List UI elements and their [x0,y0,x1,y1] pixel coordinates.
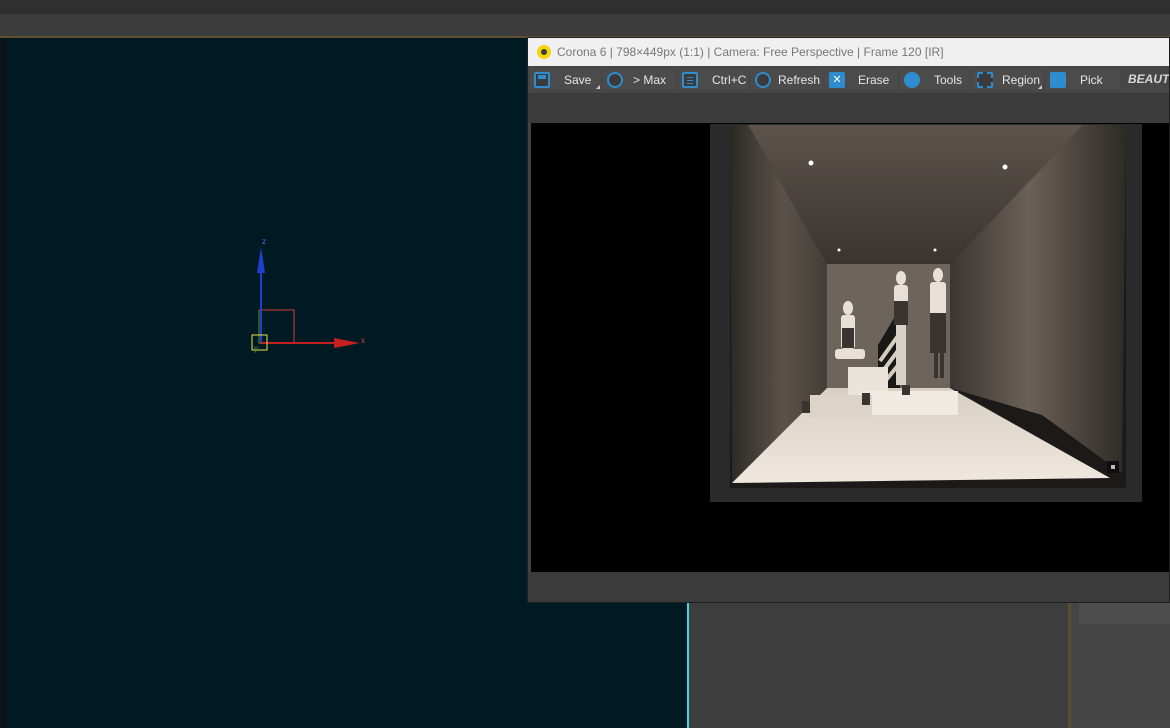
tools-button[interactable]: Tools [900,69,970,90]
pick-button[interactable]: Pick [1046,69,1120,90]
app-toolbar-strip [0,14,1170,36]
transform-gizmo[interactable]: z x y [246,233,376,358]
command-panel-area [689,600,1070,728]
clipboard-icon [682,71,698,88]
refresh-button[interactable]: Refresh [751,69,823,90]
render-canvas[interactable] [531,123,1169,572]
y-axis-label: y [254,344,258,353]
x-icon: ✕ [829,71,845,88]
region-dropdown-caret[interactable] [1038,85,1042,89]
vfb-title-bar[interactable]: Corona 6 | 798×449px (1:1) | Camera: Fre… [528,38,1169,66]
max-logo-icon [607,71,623,88]
send-to-max-button[interactable]: > Max [603,69,675,90]
region-label: Region [1002,72,1041,87]
side-panel [1071,600,1170,728]
send-to-max-label: > Max [633,72,667,87]
corona-logo-icon [537,45,551,59]
save-label: Save [564,72,592,87]
save-button[interactable]: Save [530,69,601,90]
vfb-toolbar: Save > Max Ctrl+C Refresh ✕ Erase Tools [528,66,1169,94]
rendered-image [710,124,1142,502]
save-dropdown-caret[interactable] [596,85,600,89]
z-axis-label: z [262,237,266,246]
region-select-icon [977,71,993,88]
vfb-status-bar [528,572,1169,602]
erase-label: Erase [858,72,890,87]
render-element-selector[interactable]: BEAUTY [1124,69,1169,90]
vfb-title: Corona 6 | 798×449px (1:1) | Camera: Fre… [557,45,944,59]
region-button[interactable]: Region [973,69,1043,90]
pick-label: Pick [1080,72,1103,87]
refresh-icon [755,71,771,88]
tools-label: Tools [934,72,963,87]
gear-icon [904,71,920,88]
app-top-bar [0,0,1170,14]
corona-vfb-window[interactable]: Corona 6 | 798×449px (1:1) | Camera: Fre… [527,37,1170,603]
x-axis-label: x [361,336,365,345]
transform-gizmo-graphic [251,247,360,351]
hand-pointer-icon [1050,71,1066,88]
refresh-label: Refresh [778,72,821,87]
erase-button[interactable]: ✕ Erase [825,69,897,90]
vfb-toolbar-spacer [528,94,1169,123]
side-panel-tab[interactable] [1079,602,1170,624]
copy-button[interactable]: Ctrl+C [678,69,748,90]
copy-label: Ctrl+C [712,72,747,87]
floppy-disk-icon [534,71,550,88]
